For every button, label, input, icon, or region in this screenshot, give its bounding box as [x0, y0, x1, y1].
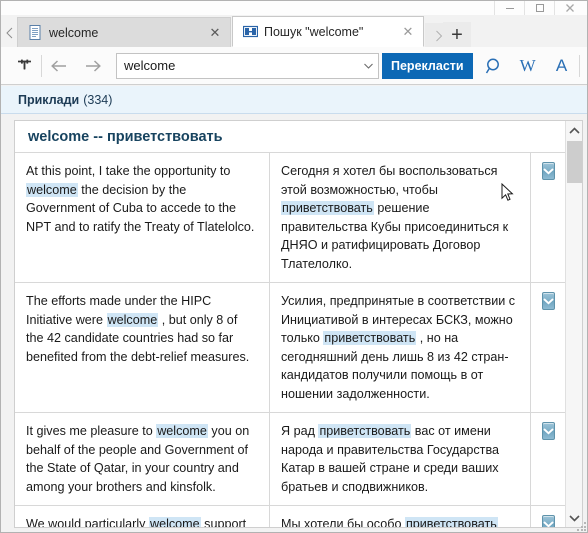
text-fragment: At this point, I take the opportunity to [26, 164, 231, 178]
expand-example-button[interactable] [541, 292, 555, 310]
example-source-text: We would particularly welcome support fo… [15, 506, 270, 527]
wikipedia-button[interactable]: W [511, 49, 545, 83]
expand-example-button[interactable] [541, 515, 555, 527]
font-size-icon: A [555, 55, 568, 75]
title-bar [1, 1, 587, 19]
arrow-left-icon [51, 59, 66, 72]
highlighted-term: приветствовать [323, 331, 417, 345]
tab-label: welcome [49, 25, 99, 40]
vertical-scrollbar[interactable] [565, 121, 582, 527]
example-target-text: Мы хотели бы особо приветствовать поддер… [270, 506, 531, 527]
scrollbar-thumb[interactable] [567, 141, 582, 183]
chevron-down-icon [568, 514, 580, 522]
example-row[interactable]: We would particularly welcome support fo… [15, 506, 565, 527]
highlighted-term: welcome [26, 182, 78, 197]
entry-title: welcome -- приветствовать [15, 121, 565, 152]
example-target-text: Я рад приветствовать вас от имени народа… [270, 413, 531, 505]
resize-grip[interactable] [577, 522, 587, 532]
search-results-icon [243, 24, 258, 39]
main-toolbar: welcome Перекласти W A [1, 47, 587, 85]
results-list: welcome -- приветствовать At this point,… [15, 121, 565, 527]
chevron-down-icon [543, 168, 553, 174]
expand-example-button[interactable] [541, 422, 555, 440]
tab-label: Пошук "welcome" [264, 24, 364, 39]
text-fragment: It gives me pleasure to [26, 424, 157, 438]
highlighted-term: приветствовать [281, 201, 374, 215]
scroll-up-button[interactable] [566, 121, 582, 140]
example-actions [531, 506, 565, 527]
example-row[interactable]: At this point, I take the opportunity to… [15, 153, 565, 283]
text-fragment: Сегодня я хотел бы воспользоваться этой … [281, 164, 498, 197]
search-combobox[interactable]: welcome [116, 52, 379, 79]
chevron-down-icon [543, 428, 553, 434]
search-dropdown-button[interactable] [358, 54, 378, 78]
triangle-left-icon [5, 27, 12, 39]
maximize-icon [535, 4, 544, 12]
new-tab-button[interactable]: + [443, 22, 471, 48]
text-fragment: We would particularly [26, 517, 149, 527]
tab-close-button[interactable]: ✕ [206, 24, 224, 42]
translate-button[interactable]: Перекласти [382, 52, 473, 79]
example-actions [531, 413, 565, 505]
text-fragment: Мы хотели бы особо [281, 517, 405, 527]
tab-scroll-left-button[interactable] [2, 25, 16, 41]
forward-button[interactable] [76, 49, 110, 83]
tab-welcome[interactable]: welcome ✕ [17, 17, 231, 47]
tab-close-button[interactable]: ✕ [399, 23, 417, 41]
toolbar-right-group: W A [477, 49, 587, 83]
lingvo-main-window: welcome ✕ Пошук "welcome" ✕ + welcome Пе… [0, 0, 588, 533]
text-fragment: Я рад [281, 424, 319, 438]
search-button[interactable] [477, 49, 511, 83]
highlighted-term: приветствовать [404, 517, 498, 527]
example-target-text: Усилия, предпринятые в соответствии с Ин… [270, 283, 531, 412]
tab-strip: welcome ✕ Пошук "welcome" ✕ + [1, 15, 587, 61]
highlighted-term: welcome [106, 312, 159, 327]
example-source-text: It gives me pleasure to welcome you on b… [15, 413, 270, 505]
results-panel: welcome -- приветствовать At this point,… [14, 120, 583, 528]
highlighted-term: welcome [156, 424, 208, 438]
pin-button[interactable] [7, 49, 41, 83]
example-row[interactable]: The efforts made under the HIPC Initiati… [15, 283, 565, 413]
document-icon [28, 25, 43, 40]
highlighted-term: приветствовать [318, 424, 412, 438]
pin-icon [17, 59, 31, 70]
close-icon [565, 4, 574, 12]
example-row[interactable]: It gives me pleasure to welcome you on b… [15, 413, 565, 506]
examples-header: Приклади (334) [1, 86, 587, 114]
chevron-up-icon [568, 126, 580, 134]
example-target-text: Сегодня я хотел бы воспользоваться этой … [270, 153, 531, 282]
highlighted-term: welcome [148, 517, 201, 527]
tab-search-results[interactable]: Пошук "welcome" ✕ [232, 16, 424, 47]
back-button[interactable] [42, 49, 76, 83]
scrollbar-track[interactable] [566, 140, 582, 508]
example-source-text: At this point, I take the opportunity to… [15, 153, 270, 282]
arrow-right-icon [86, 59, 101, 72]
example-source-text: The efforts made under the HIPC Initiati… [15, 283, 270, 412]
triangle-right-icon [435, 30, 442, 41]
search-icon [485, 58, 499, 73]
example-actions [531, 153, 565, 282]
search-input[interactable]: welcome [117, 54, 358, 78]
wikipedia-icon: W [519, 55, 536, 75]
example-actions [531, 283, 565, 412]
examples-label: Приклади [18, 92, 80, 107]
abbyy-lingvo-button[interactable] [580, 49, 587, 83]
chevron-down-icon [543, 298, 553, 304]
minimize-icon [505, 8, 514, 9]
examples-rows: At this point, I take the opportunity to… [15, 152, 565, 527]
content-area: welcome -- приветствовать At this point,… [1, 115, 587, 532]
chevron-down-icon [543, 521, 553, 527]
examples-count: (334) [83, 92, 113, 107]
chevron-down-icon [363, 63, 373, 69]
font-size-button[interactable]: A [545, 49, 579, 83]
expand-example-button[interactable] [541, 162, 555, 180]
